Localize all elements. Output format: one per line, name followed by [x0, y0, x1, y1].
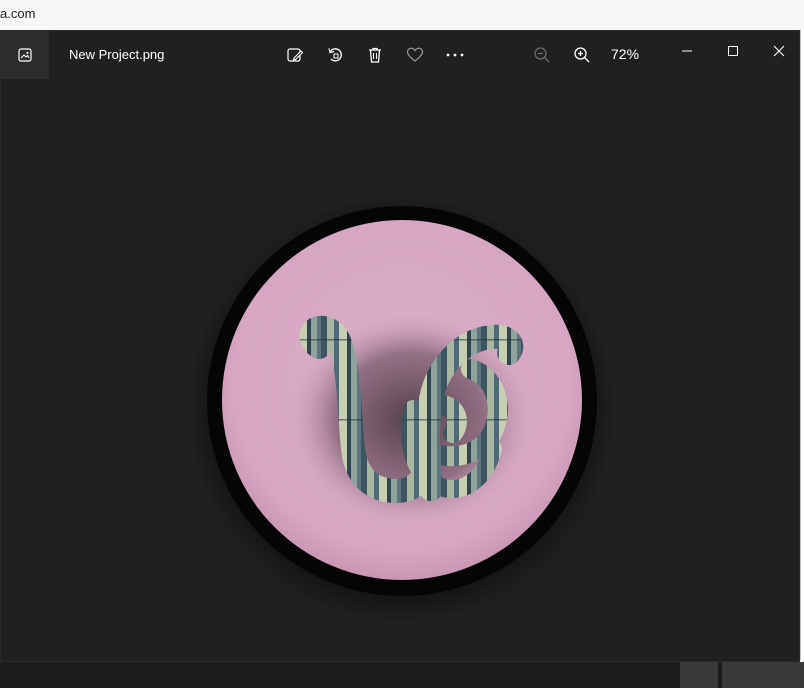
heart-icon [406, 47, 424, 62]
zoom-in-icon [574, 47, 590, 63]
background-block [722, 662, 804, 688]
delete-button[interactable] [363, 43, 387, 67]
delete-icon [369, 47, 381, 63]
zoom-out-button[interactable] [530, 43, 554, 67]
close-button[interactable] [759, 35, 799, 67]
image-canvas[interactable] [1, 79, 801, 663]
photo-viewer-window: New Project.png 72% [0, 30, 800, 662]
minimize-icon [682, 50, 692, 52]
more-options-icon [446, 53, 464, 57]
browser-url-text[interactable]: a.com [0, 6, 35, 21]
maximize-button[interactable] [713, 35, 753, 67]
edit-image-icon [287, 48, 304, 62]
browser-address-strip: a.com [0, 0, 804, 31]
more-options-button[interactable] [443, 43, 467, 67]
zoom-out-icon [534, 47, 550, 63]
rotate-icon [328, 48, 342, 62]
displayed-image [186, 194, 616, 624]
gallery-icon [18, 48, 32, 62]
background-block [680, 662, 718, 688]
favorite-button[interactable] [403, 43, 427, 67]
zoom-level[interactable]: 72% [611, 46, 639, 62]
rotate-button[interactable] [323, 43, 347, 67]
close-icon [773, 45, 785, 57]
gallery-button[interactable] [1, 31, 49, 79]
zoom-in-button[interactable] [570, 43, 594, 67]
minimize-button[interactable] [667, 35, 707, 67]
edit-image-button[interactable] [283, 43, 307, 67]
file-name: New Project.png [69, 47, 165, 62]
maximize-icon [728, 46, 738, 56]
background-taskbar-strip [0, 662, 804, 688]
viewer-titlebar: New Project.png 72% [1, 31, 801, 79]
